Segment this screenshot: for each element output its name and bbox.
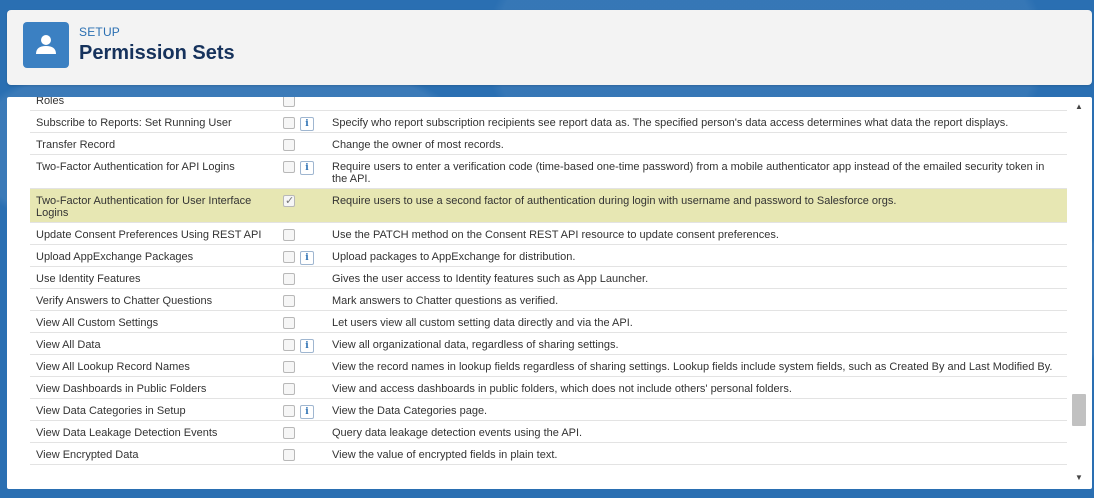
permission-name: Roles [36,97,65,107]
info-icon[interactable]: i [300,161,314,175]
permission-name: Transfer Record [36,139,116,151]
permission-checkbox[interactable] [283,383,295,395]
permission-checkbox[interactable] [283,161,295,173]
permission-name: Update Consent Preferences Using REST AP… [36,229,262,241]
permission-checkbox[interactable] [283,405,295,417]
permission-enabled-cell: i [275,155,323,188]
permission-checkbox[interactable] [283,117,295,129]
scroll-thumb[interactable] [1072,394,1086,426]
table-row: View Data Categories in Setup i View the D… [30,399,1067,421]
permission-name: Two-Factor Authentication for User Inter… [36,195,252,219]
permission-name: View Data Categories in Setup [36,405,186,417]
user-icon [23,22,69,68]
permissions-panel: Roles Subscribe to Reports: Set Running U… [7,97,1092,489]
permission-enabled-cell: i [275,333,323,354]
info-icon[interactable]: i [300,251,314,265]
table-row: View Data Leakage Detection Events Query … [30,421,1067,443]
permission-checkbox[interactable] [283,361,295,373]
table-row: View All Custom Settings Let users view a… [30,311,1067,333]
permission-name: View All Custom Settings [36,317,159,329]
permission-description: Specify who report subscription recipien… [332,117,1009,129]
permission-description: Use the PATCH method on the Consent REST… [332,229,779,241]
permission-enabled-cell [275,223,323,244]
permission-name: View Dashboards in Public Folders [36,383,207,395]
permission-enabled-cell [275,133,323,154]
header-eyebrow[interactable]: SETUP [79,25,120,39]
info-icon[interactable]: i [300,339,314,353]
permission-name: Upload AppExchange Packages [36,251,194,263]
permission-checkbox[interactable] [283,295,295,307]
permission-enabled-cell: i [275,399,323,420]
table-row: Roles [30,97,1067,111]
permissions-table: Roles Subscribe to Reports: Set Running U… [7,97,1069,489]
scroll-up-icon[interactable]: ▲ [1074,102,1084,112]
permission-checkbox[interactable] [283,339,295,351]
table-row: Two-Factor Authentication for User Inter… [30,189,1067,223]
permission-name: Use Identity Features [36,273,141,285]
permission-enabled-cell [275,97,323,110]
permission-enabled-cell: i [275,111,323,132]
permission-name: View All Data [36,339,101,351]
permission-name: View Data Leakage Detection Events [36,427,218,439]
permission-description: View all organizational data, regardless… [332,339,619,351]
table-row: Update Consent Preferences Using REST AP… [30,223,1067,245]
permission-name: Subscribe to Reports: Set Running User [36,117,232,129]
table-row: View Dashboards in Public Folders View an… [30,377,1067,399]
permission-description: View and access dashboards in public fol… [332,383,792,395]
permission-checkbox[interactable] [283,449,295,461]
permission-checkbox[interactable] [283,229,295,241]
permission-description: View the value of encrypted fields in pl… [332,449,558,461]
scroll-down-icon[interactable]: ▼ [1074,473,1084,483]
permission-checkbox[interactable] [283,97,295,107]
table-row: Transfer Record Change the owner of most … [30,133,1067,155]
permission-checkbox[interactable] [283,317,295,329]
permission-checkbox[interactable] [283,427,295,439]
permission-enabled-cell [275,311,323,332]
permission-name: Verify Answers to Chatter Questions [36,295,213,307]
permission-checkbox[interactable] [283,139,295,151]
scrollbar[interactable]: ▲ ▼ [1071,97,1088,489]
permission-description: Let users view all custom setting data d… [332,317,633,329]
permission-enabled-cell [275,377,323,398]
table-row: View All Lookup Record Names View the rec… [30,355,1067,377]
table-row: Upload AppExchange Packages i Upload packa… [30,245,1067,267]
permission-description: Require users to enter a verification co… [332,161,1045,185]
permission-enabled-cell [275,267,323,288]
permissions-rows: Roles Subscribe to Reports: Set Running U… [30,97,1067,465]
info-icon[interactable]: i [300,405,314,419]
permission-checkbox[interactable] [283,194,295,207]
permission-name: View Encrypted Data [36,449,139,461]
table-row: Two-Factor Authentication for API Logins… [30,155,1067,189]
permission-enabled-cell [275,421,323,442]
permission-enabled-cell [275,355,323,376]
permission-description: Upload packages to AppExchange for distr… [332,251,576,263]
page-header: SETUP Permission Sets [7,10,1092,85]
table-row: Use Identity Features Gives the user acce… [30,267,1067,289]
info-icon[interactable]: i [300,117,314,131]
permission-description: Gives the user access to Identity featur… [332,273,649,285]
permission-enabled-cell [275,289,323,310]
permission-enabled-cell [275,443,323,464]
permission-checkbox[interactable] [283,273,295,285]
permission-description: Query data leakage detection events usin… [332,427,583,439]
table-row: Subscribe to Reports: Set Running User i S… [30,111,1067,133]
permission-enabled-cell [275,189,323,222]
table-row: View All Data i View all organizational da… [30,333,1067,355]
permission-description: Require users to use a second factor of … [332,195,897,207]
permission-name: Two-Factor Authentication for API Logins [36,161,235,173]
permission-description [323,97,1067,110]
permission-name: View All Lookup Record Names [36,361,190,373]
permission-description: View the record names in lookup fields r… [332,361,1053,373]
table-row: View Encrypted Data View the value of enc… [30,443,1067,465]
page-title: Permission Sets [79,42,235,64]
table-row: Verify Answers to Chatter Questions Mark … [30,289,1067,311]
permission-enabled-cell: i [275,245,323,266]
permission-checkbox[interactable] [283,251,295,263]
permission-description: Mark answers to Chatter questions as ver… [332,295,559,307]
permission-description: View the Data Categories page. [332,405,488,417]
permission-description: Change the owner of most records. [332,139,504,151]
